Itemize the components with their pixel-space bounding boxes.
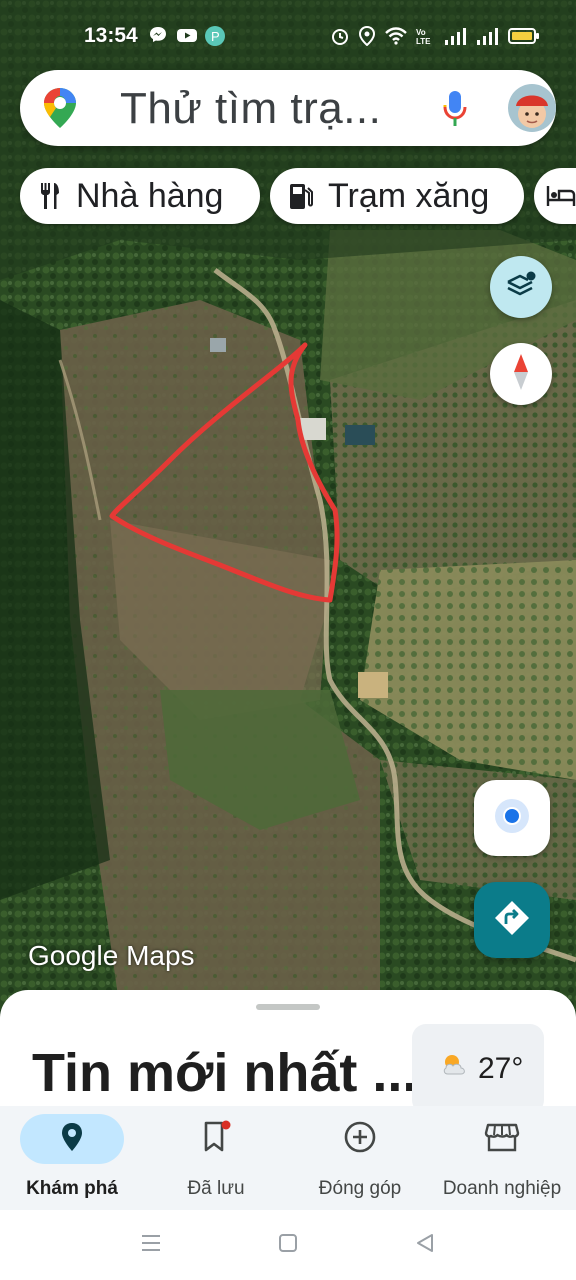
- wifi-icon: [384, 26, 408, 52]
- signal-icon: [444, 26, 468, 52]
- nav-label: Đã lưu: [187, 1178, 245, 1199]
- nav-saved[interactable]: Đã lưu: [144, 1114, 288, 1210]
- bookmark-icon: [201, 1120, 231, 1159]
- google-maps-pin-icon: [42, 86, 78, 135]
- account-avatar[interactable]: [508, 84, 556, 132]
- youtube-icon: [176, 25, 198, 45]
- svg-text:P: P: [211, 29, 220, 44]
- search-input[interactable]: Thử tìm trạ...: [120, 84, 381, 134]
- chip-restaurants[interactable]: Nhà hàng: [20, 168, 260, 224]
- status-time: 13:54: [84, 24, 138, 47]
- nav-contribute[interactable]: Đóng góp: [288, 1114, 432, 1210]
- location-icon: [358, 25, 376, 52]
- gas-station-icon: [288, 181, 314, 211]
- volte-icon: Vo LTE: [416, 26, 436, 52]
- nav-label: Khám phá: [26, 1178, 118, 1199]
- menu-icon[interactable]: [140, 1232, 162, 1259]
- partly-cloudy-icon: [440, 1052, 470, 1086]
- weather-temperature: 27°: [478, 1052, 524, 1085]
- signal-icon: [476, 26, 500, 52]
- svg-text:Vo: Vo: [416, 28, 426, 37]
- bottom-navigation: Khám phá Đã lưu Đóng góp Doanh nghiệp: [0, 1106, 576, 1210]
- alarm-icon: [330, 26, 350, 52]
- back-icon[interactable]: [414, 1232, 436, 1259]
- battery-icon: [508, 26, 540, 52]
- chip-gas-stations[interactable]: Trạm xăng: [270, 168, 524, 224]
- satellite-map[interactable]: 13:54 P Vo LTE Thử tìm trạ... Nhà hàng T…: [0, 0, 576, 1010]
- nav-label: Đóng góp: [318, 1178, 402, 1199]
- app-icon: P: [204, 25, 226, 46]
- chip-label: Trạm xăng: [328, 176, 490, 215]
- layers-button[interactable]: [490, 256, 552, 318]
- home-icon[interactable]: [277, 1232, 299, 1259]
- satellite-imagery: [0, 0, 576, 1010]
- svg-text:LTE: LTE: [416, 37, 431, 46]
- storefront-icon: [484, 1121, 520, 1158]
- nav-explore[interactable]: Khám phá: [0, 1114, 144, 1210]
- directions-icon: [492, 898, 532, 943]
- messenger-icon: [148, 25, 170, 45]
- google-maps-watermark: Google Maps: [28, 940, 195, 972]
- add-circle-icon: [343, 1120, 377, 1159]
- directions-button[interactable]: [474, 882, 550, 958]
- compass-button[interactable]: [490, 343, 552, 405]
- hotel-icon: [546, 184, 576, 208]
- watermark-brand: Google: [28, 940, 119, 971]
- nav-label: Doanh nghiệp: [442, 1178, 562, 1199]
- search-bar[interactable]: Thử tìm trạ...: [20, 70, 556, 146]
- explore-pin-icon: [60, 1122, 84, 1157]
- weather-chip[interactable]: 27°: [412, 1024, 544, 1110]
- sheet-title: Tin mới nhất ...: [32, 1043, 418, 1103]
- compass-icon: [511, 352, 531, 397]
- nav-business[interactable]: Doanh nghiệp: [430, 1114, 574, 1210]
- bottom-sheet[interactable]: Tin mới nhất ... 27°: [0, 990, 576, 1110]
- my-location-icon: [492, 796, 532, 841]
- chip-label: Nhà hàng: [76, 176, 224, 215]
- layers-icon: [504, 268, 538, 307]
- microphone-icon[interactable]: [442, 90, 468, 133]
- watermark-product: Maps: [126, 940, 195, 971]
- status-bar: 13:54 P Vo LTE: [0, 18, 576, 54]
- my-location-button[interactable]: [474, 780, 550, 856]
- restaurant-icon: [38, 181, 62, 211]
- system-navigation-bar: [0, 1210, 576, 1280]
- sheet-drag-handle[interactable]: [256, 1004, 320, 1010]
